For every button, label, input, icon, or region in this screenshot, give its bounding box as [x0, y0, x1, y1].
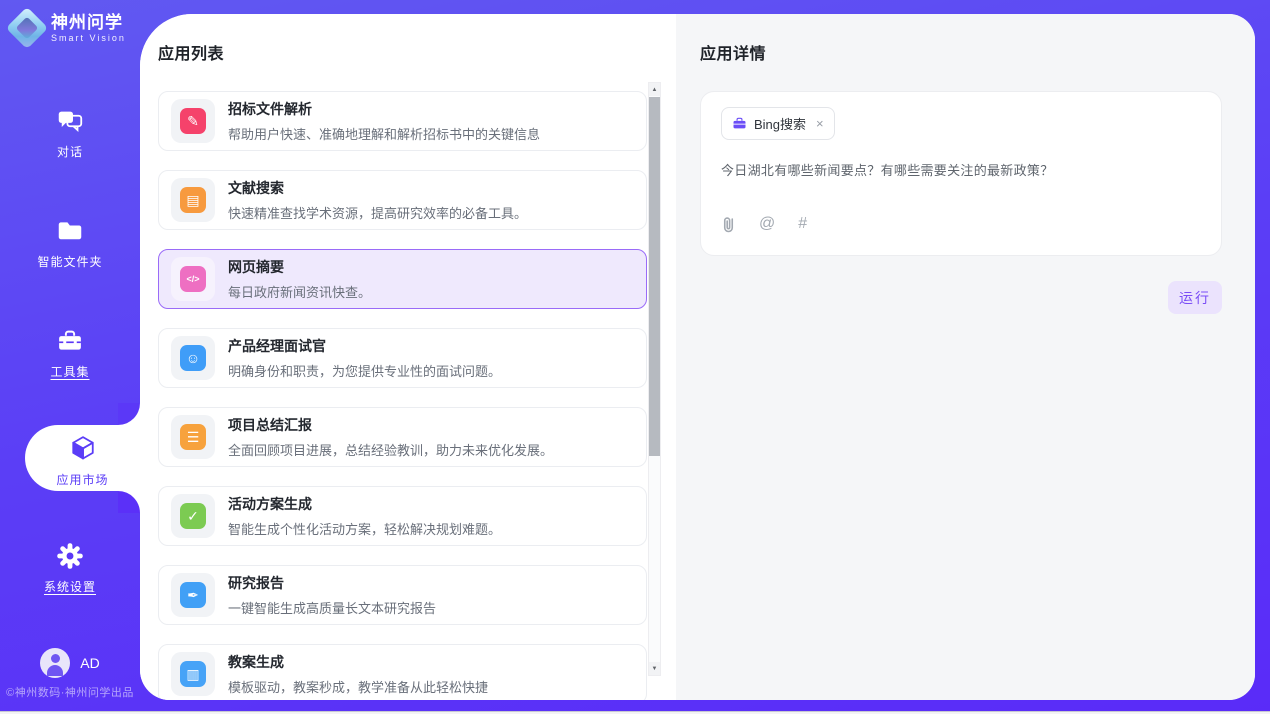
- close-icon[interactable]: ×: [816, 117, 824, 130]
- app-list: ✎ 招标文件解析 帮助用户快速、准确地理解和解析招标书中的关键信息 ▤ 文献搜索…: [158, 91, 676, 700]
- app-name: 活动方案生成: [228, 494, 501, 514]
- app-detail-panel: 应用详情 Bing搜索 × 今日湖北有哪些新闻要点？有哪些需要关注的最新政策？ …: [676, 14, 1255, 700]
- sidebar-item-settings[interactable]: 系统设置: [0, 541, 140, 595]
- list-item-selected[interactable]: </> 网页摘要 每日政府新闻资讯快查。: [158, 249, 647, 309]
- scrollbar[interactable]: ▲ ▼: [648, 82, 661, 676]
- sidebar-item-smart-folder[interactable]: 智能文件夹: [0, 216, 140, 270]
- copyright-footer: ©神州数码·神州问学出品: [0, 684, 140, 700]
- app-name: 产品经理面试官: [228, 336, 501, 356]
- sidebar: 神州问学 Smart Vision 对话 智能文件夹: [0, 0, 140, 714]
- sidebar-item-chat[interactable]: 对话: [0, 106, 140, 160]
- list-item[interactable]: ▤ 文献搜索 快速精准查找学术资源，提高研究效率的必备工具。: [158, 170, 647, 230]
- detail-title: 应用详情: [700, 40, 1255, 64]
- app-list-panel: 应用列表 ✎ 招标文件解析 帮助用户快速、准确地理解和解析招标书中的关键信息 ▤…: [140, 14, 676, 700]
- app-name: 研究报告: [228, 573, 436, 593]
- gear-icon: [0, 541, 140, 571]
- chat-icon: [0, 106, 140, 136]
- paperclip-icon[interactable]: [721, 215, 736, 233]
- brand-logo: 神州问学 Smart Vision: [12, 13, 126, 43]
- list-item[interactable]: ✓ 活动方案生成 智能生成个性化活动方案，轻松解决规划难题。: [158, 486, 647, 546]
- list-item[interactable]: ✒ 研究报告 一键智能生成高质量长文本研究报告: [158, 565, 647, 625]
- app-name: 招标文件解析: [228, 99, 540, 119]
- sidebar-item-label: 工具集: [0, 363, 140, 380]
- prompt-card[interactable]: Bing搜索 × 今日湖北有哪些新闻要点？有哪些需要关注的最新政策？ @ #: [700, 91, 1222, 256]
- research-icon: ✒: [171, 573, 215, 617]
- pill-concave-bottom: [118, 491, 140, 513]
- page-title: 应用列表: [158, 40, 676, 64]
- run-button[interactable]: 运行: [1168, 281, 1222, 314]
- list-item[interactable]: ✎ 招标文件解析 帮助用户快速、准确地理解和解析招标书中的关键信息: [158, 91, 647, 151]
- book-icon: ▤: [171, 178, 215, 222]
- folder-icon: [0, 216, 140, 246]
- scrollbar-thumb[interactable]: [649, 97, 660, 456]
- sidebar-item-toolset[interactable]: 工具集: [0, 326, 140, 380]
- app-desc: 帮助用户快速、准确地理解和解析招标书中的关键信息: [228, 124, 540, 143]
- sidebar-item-label: 系统设置: [0, 578, 140, 595]
- list-item[interactable]: ▥ 教案生成 模板驱动，教案秒成，教学准备从此轻松快捷: [158, 644, 647, 700]
- cube-icon: [25, 433, 140, 468]
- app-name: 项目总结汇报: [228, 415, 553, 435]
- briefcase-icon: [732, 116, 747, 131]
- app-desc: 快速精准查找学术资源，提高研究效率的必备工具。: [228, 203, 527, 222]
- app-desc: 模板驱动，教案秒成，教学准备从此轻松快捷: [228, 677, 488, 696]
- sidebar-item-app-market[interactable]: 应用市场: [25, 425, 140, 491]
- brand-name: 神州问学: [51, 13, 126, 33]
- pen-edit-icon: ✎: [171, 99, 215, 143]
- main-content: 应用列表 ✎ 招标文件解析 帮助用户快速、准确地理解和解析招标书中的关键信息 ▤…: [140, 14, 1255, 700]
- scroll-down-icon[interactable]: ▼: [649, 662, 660, 675]
- tool-chip-bing-search[interactable]: Bing搜索 ×: [721, 107, 835, 140]
- pill-concave-top: [118, 403, 140, 425]
- chip-label: Bing搜索: [754, 114, 806, 133]
- user-account[interactable]: AD: [0, 648, 140, 678]
- brand-diamond-icon: [6, 7, 48, 49]
- hash-icon[interactable]: #: [798, 216, 807, 232]
- list-item[interactable]: ☰ 项目总结汇报 全面回顾项目进展，总结经验教训，助力未来优化发展。: [158, 407, 647, 467]
- app-name: 教案生成: [228, 652, 488, 672]
- app-desc: 全面回顾项目进展，总结经验教训，助力未来优化发展。: [228, 440, 553, 459]
- at-icon[interactable]: @: [759, 216, 775, 232]
- clipboard-icon: ☰: [171, 415, 215, 459]
- run-row: 运行: [700, 281, 1222, 314]
- scroll-up-icon[interactable]: ▲: [649, 83, 660, 96]
- sidebar-item-label: 对话: [0, 143, 140, 160]
- sidebar-item-label: 智能文件夹: [0, 253, 140, 270]
- app-name: 文献搜索: [228, 178, 527, 198]
- web-code-icon: </>: [171, 257, 215, 301]
- user-name: AD: [80, 655, 99, 671]
- avatar: [40, 648, 70, 678]
- prompt-toolbar: @ #: [721, 215, 1201, 233]
- app-desc: 明确身份和职责，为您提供专业性的面试问题。: [228, 361, 501, 380]
- app-name: 网页摘要: [228, 257, 371, 277]
- sidebar-item-label: 应用市场: [25, 471, 140, 488]
- app-desc: 一键智能生成高质量长文本研究报告: [228, 598, 436, 617]
- brand-tagline: Smart Vision: [51, 33, 126, 43]
- prompt-text[interactable]: 今日湖北有哪些新闻要点？有哪些需要关注的最新政策？: [721, 160, 1201, 179]
- list-item[interactable]: ☺ 产品经理面试官 明确身份和职责，为您提供专业性的面试问题。: [158, 328, 647, 388]
- app-desc: 智能生成个性化活动方案，轻松解决规划难题。: [228, 519, 501, 538]
- books-icon: ▥: [171, 652, 215, 696]
- toolbox-icon: [0, 326, 140, 356]
- app-desc: 每日政府新闻资讯快查。: [228, 282, 371, 301]
- clipboard-check-icon: ✓: [171, 494, 215, 538]
- interviewer-icon: ☺: [171, 336, 215, 380]
